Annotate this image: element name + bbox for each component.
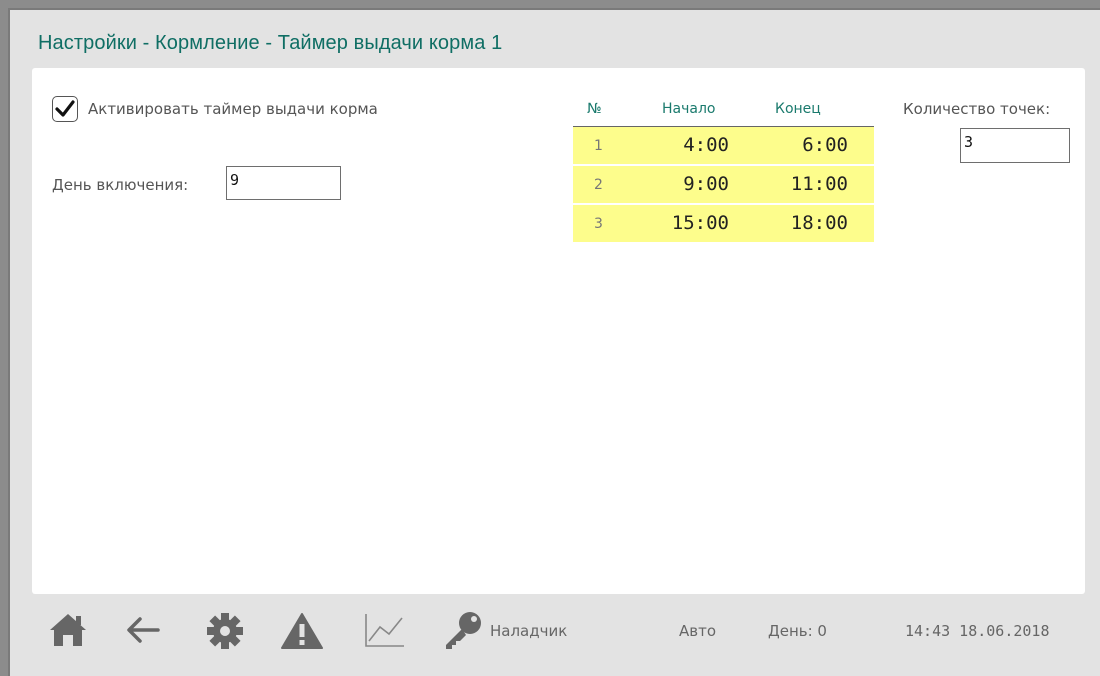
points-count-label: Количество точек: [903, 100, 1051, 118]
table-row[interactable]: 2 9:00 11:00 [573, 166, 874, 205]
mode-status: Авто [679, 622, 717, 640]
activate-timer-label: Активировать таймер выдачи корма [88, 100, 378, 118]
start-time-cell[interactable]: 4:00 [683, 134, 729, 156]
activate-timer-checkbox[interactable] [52, 96, 78, 122]
key-icon[interactable] [442, 610, 484, 650]
checkmark-icon [55, 100, 75, 117]
end-time-cell[interactable]: 6:00 [802, 134, 848, 156]
chart-icon[interactable] [364, 612, 406, 648]
bottom-toolbar: Наладчик Авто День: 0 14:43 18.06.2018 [10, 600, 1100, 660]
table-row[interactable]: 1 4:00 6:00 [573, 127, 874, 166]
datetime-status: 14:43 18.06.2018 [905, 622, 1050, 640]
schedule-table: № Начало Конец 1 4:00 6:00 2 9:00 11:00 … [573, 96, 874, 242]
header-end: Конец [775, 101, 821, 117]
back-arrow-icon[interactable] [126, 616, 160, 644]
main-window: Настройки - Кормление - Таймер выдачи ко… [8, 8, 1100, 676]
header-no: № [587, 101, 602, 117]
day-on-label: День включения: [52, 176, 189, 194]
row-number: 2 [594, 177, 603, 193]
row-number: 1 [594, 138, 603, 154]
day-status: День: 0 [768, 622, 827, 640]
start-time-cell[interactable]: 9:00 [683, 173, 729, 195]
header-start: Начало [662, 101, 716, 117]
row-number: 3 [594, 216, 603, 232]
end-time-cell[interactable]: 11:00 [791, 173, 848, 195]
warning-icon[interactable] [280, 612, 324, 650]
table-row[interactable]: 3 15:00 18:00 [573, 205, 874, 242]
table-header: № Начало Конец [573, 96, 874, 127]
user-role-label[interactable]: Наладчик [490, 622, 567, 640]
gear-icon[interactable] [206, 612, 244, 650]
points-count-input[interactable]: 3 [960, 128, 1070, 163]
start-time-cell[interactable]: 15:00 [672, 212, 729, 234]
page-title: Настройки - Кормление - Таймер выдачи ко… [38, 32, 503, 54]
end-time-cell[interactable]: 18:00 [791, 212, 848, 234]
day-on-input[interactable]: 9 [226, 166, 341, 200]
settings-panel: Активировать таймер выдачи корма День вк… [32, 68, 1085, 594]
home-icon[interactable] [48, 612, 88, 648]
activate-timer-row[interactable]: Активировать таймер выдачи корма [52, 96, 378, 122]
